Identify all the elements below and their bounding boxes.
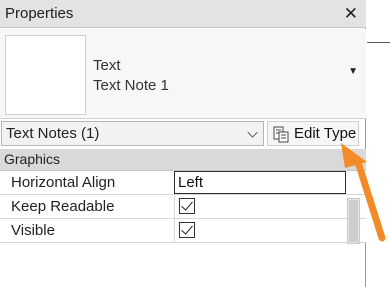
visible-cell xyxy=(174,219,346,242)
properties-table: Graphics Horizontal Align Left Keep Read… xyxy=(0,149,366,243)
properties-palette: Properties ✕ Text Text Note 1 ▼ Text Not… xyxy=(0,0,366,287)
scrollbar-thumb[interactable] xyxy=(349,200,358,242)
keep-readable-cell xyxy=(174,195,346,218)
edit-type-button[interactable]: Edit Type xyxy=(267,121,359,146)
horizontal-align-field[interactable]: Left xyxy=(174,171,346,194)
type-name-label: Text Note 1 xyxy=(93,77,169,94)
edit-type-label: Edit Type xyxy=(294,125,357,142)
close-icon[interactable]: ✕ xyxy=(344,4,358,24)
keep-readable-checkbox[interactable] xyxy=(179,198,195,214)
filter-row: Text Notes (1) Edit Type xyxy=(0,120,366,148)
group-header-graphics[interactable]: Graphics xyxy=(0,149,366,171)
divider xyxy=(367,42,390,43)
palette-title: Properties xyxy=(5,5,74,22)
adjacent-panel-edge xyxy=(367,0,390,287)
property-name: Keep Readable xyxy=(11,198,115,215)
visible-checkbox[interactable] xyxy=(179,222,195,238)
dropdown-arrow-icon[interactable]: ▼ xyxy=(348,66,358,77)
property-value: Left xyxy=(178,174,204,191)
property-row-keep-readable[interactable]: Keep Readable xyxy=(0,195,366,219)
title-bar[interactable]: Properties ✕ xyxy=(0,0,366,28)
property-row-visible[interactable]: Visible xyxy=(0,219,366,243)
scrollbar[interactable] xyxy=(347,198,360,244)
type-preview-image xyxy=(5,35,86,115)
property-row-horizontal-align[interactable]: Horizontal Align Left xyxy=(0,171,366,195)
group-label: Graphics xyxy=(4,151,61,167)
chevron-down-icon xyxy=(247,127,258,138)
instance-filter-value: Text Notes (1) xyxy=(6,125,100,142)
type-family-label: Text xyxy=(93,57,121,74)
instance-filter-select[interactable]: Text Notes (1) xyxy=(1,121,264,146)
edit-type-icon xyxy=(273,126,289,143)
type-selector[interactable]: Text Text Note 1 ▼ xyxy=(0,29,366,119)
property-name: Horizontal Align xyxy=(11,174,116,191)
property-name: Visible xyxy=(11,222,55,239)
